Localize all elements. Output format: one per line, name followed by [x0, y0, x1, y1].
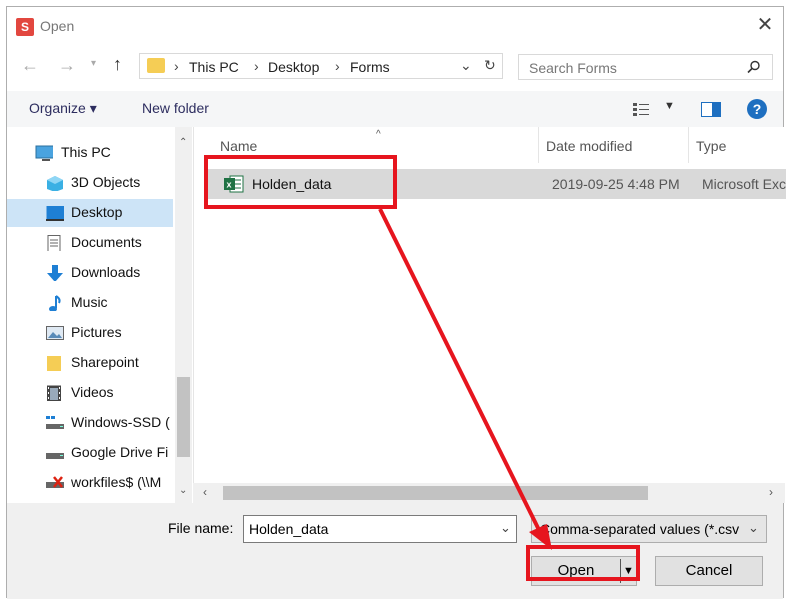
open-button-highlight-box	[526, 545, 640, 581]
annotation-arrow-icon	[378, 208, 552, 550]
